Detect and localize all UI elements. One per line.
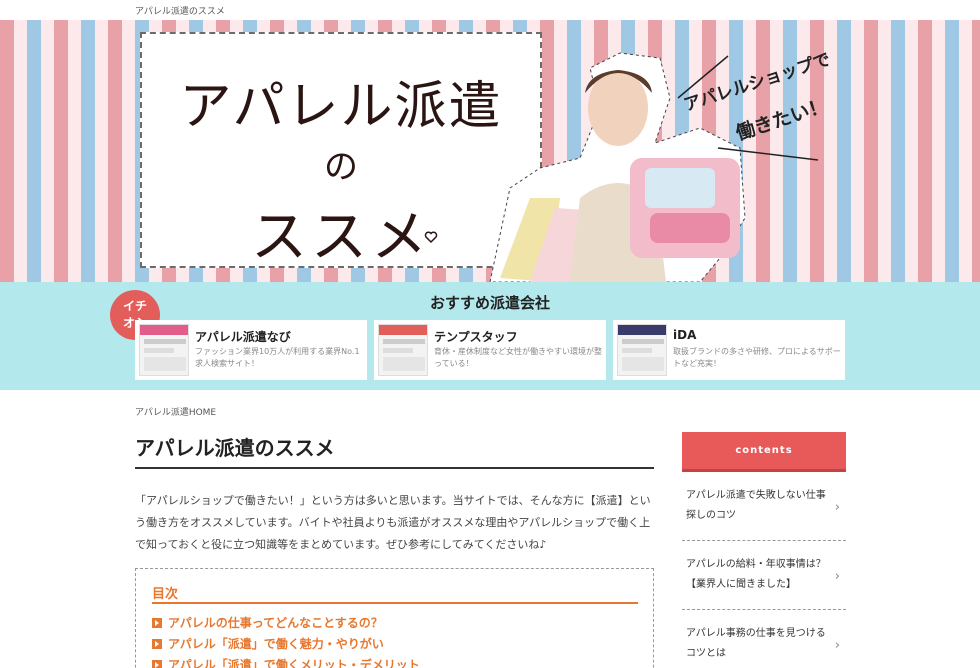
sidebar-heading: contents bbox=[682, 432, 846, 472]
company-thumbnail bbox=[378, 324, 428, 376]
toc-link[interactable]: アパレル「派遣」で働く魅力・やりがい bbox=[152, 635, 384, 652]
page-title: アパレル派遣のススメ bbox=[135, 436, 335, 460]
chevron-right-icon: › bbox=[834, 638, 840, 653]
company-description: ファッション業界10万人が利用する業界No.1求人検索サイト！ bbox=[195, 347, 360, 368]
recommended-companies: おすすめ派遣会社 イチ オシ アパレル派遣なび ファッション業界10万人が利用す… bbox=[0, 282, 980, 390]
play-arrow-icon bbox=[152, 639, 162, 649]
toc-link[interactable]: アパレルの仕事ってどんなことするの？ bbox=[152, 614, 383, 631]
company-description: 育休・産休制度など女性が働きやすい環境が整っている！ bbox=[434, 347, 602, 368]
sidebar-link-label: アパレル派遣で失敗しない仕事探しのコツ bbox=[686, 490, 826, 521]
company-name: テンプスタッフ bbox=[434, 330, 518, 344]
sidebar-link-label: アパレル事務の仕事を見つけるコツとは bbox=[686, 628, 826, 659]
thumbnail-header-bar bbox=[140, 325, 188, 335]
company-name: iDA bbox=[673, 328, 697, 342]
company-card[interactable]: アパレル派遣なび ファッション業界10万人が利用する業界No.1求人検索サイト！ bbox=[135, 320, 367, 380]
thumbnail-header-bar bbox=[618, 325, 666, 335]
sidebar-link[interactable]: アパレル事務の仕事を見つけるコツとは › bbox=[682, 610, 846, 668]
play-arrow-icon bbox=[152, 618, 162, 628]
breadcrumb[interactable]: アパレル派遣HOME bbox=[135, 405, 216, 418]
company-card[interactable]: iDA 取扱ブランドの多さや研修、プロによるサポートなど充実！ bbox=[613, 320, 845, 380]
thumbnail-header-bar bbox=[379, 325, 427, 335]
heart-icon bbox=[424, 231, 438, 244]
sidebar-link[interactable]: アパレルの給料・年収事情は？【業界人に聞きました】 › bbox=[682, 541, 846, 610]
toc-divider bbox=[152, 602, 638, 604]
toc-title: 目次 bbox=[152, 587, 179, 602]
badge-line1: イチ bbox=[122, 299, 147, 313]
company-description: 取扱ブランドの多さや研修、プロによるサポートなど充実！ bbox=[673, 347, 841, 368]
hero-banner: アパレル派遣 の ススメ アパレルショップで 働きたい！ bbox=[0, 20, 980, 282]
table-of-contents: 目次 アパレルの仕事ってどんなことするの？ アパレル「派遣」で働く魅力・やりがい… bbox=[135, 568, 654, 668]
title-divider bbox=[135, 467, 654, 469]
company-name: アパレル派遣なび bbox=[195, 330, 291, 344]
toc-link[interactable]: アパレル「派遣」で働くメリット・デメリット bbox=[152, 656, 420, 668]
toc-link-label: アパレルの仕事ってどんなことするの？ bbox=[168, 616, 383, 630]
intro-text: 「アパレルショップで働きたい！」という方は多いと思います。当サイトでは、そんな方… bbox=[135, 494, 651, 551]
site-name[interactable]: アパレル派遣のススメ bbox=[135, 4, 225, 17]
sidebar-contents: contents アパレル派遣で失敗しない仕事探しのコツ › アパレルの給料・年… bbox=[682, 432, 846, 668]
company-thumbnail bbox=[617, 324, 667, 376]
toc-link-label: アパレル「派遣」で働く魅力・やりがい bbox=[168, 637, 384, 651]
company-thumbnail bbox=[139, 324, 189, 376]
sidebar-link-label: アパレルの給料・年収事情は？【業界人に聞きました】 bbox=[686, 559, 826, 590]
top-bar: アパレル派遣のススメ bbox=[0, 0, 980, 20]
company-card[interactable]: テンプスタッフ 育休・産休制度など女性が働きやすい環境が整っている！ bbox=[374, 320, 606, 380]
play-arrow-icon bbox=[152, 660, 162, 668]
toc-link-label: アパレル「派遣」で働くメリット・デメリット bbox=[168, 658, 420, 668]
sidebar-link[interactable]: アパレル派遣で失敗しない仕事探しのコツ › bbox=[682, 472, 846, 541]
chevron-right-icon: › bbox=[834, 500, 840, 515]
chevron-right-icon: › bbox=[834, 569, 840, 584]
